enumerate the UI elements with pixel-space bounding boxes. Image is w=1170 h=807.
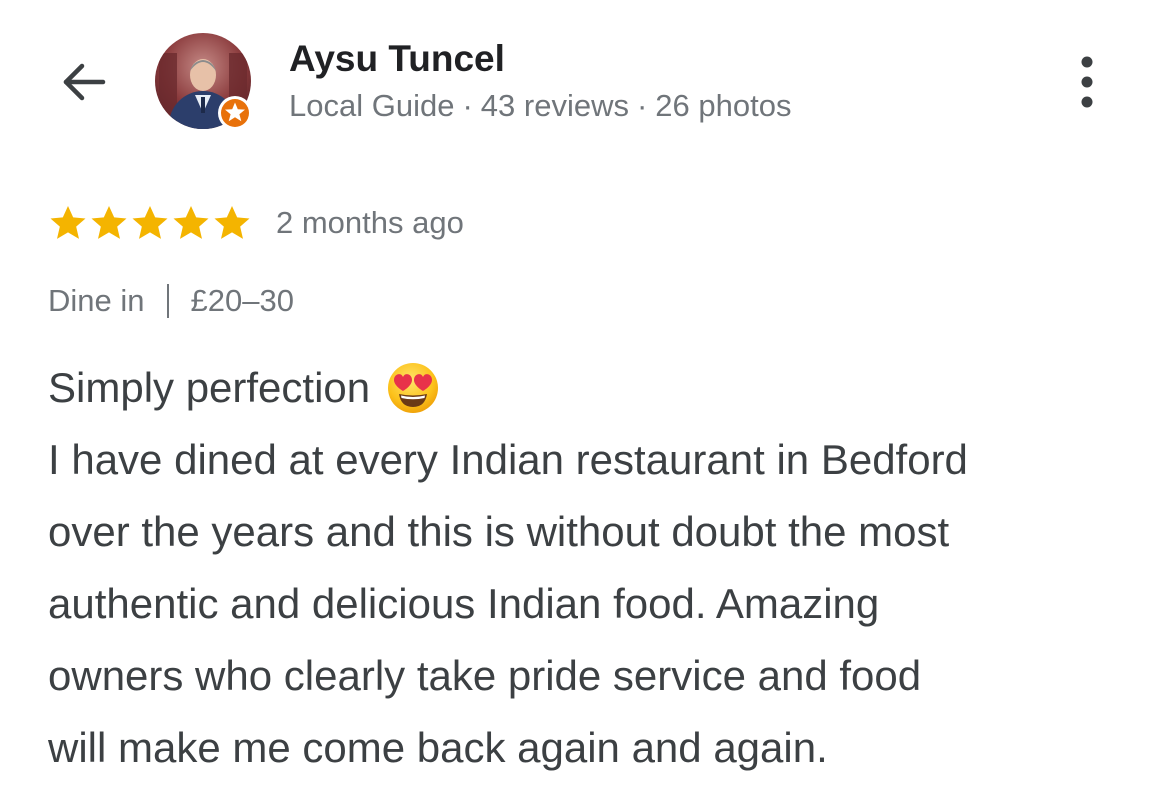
review-time: 2 months ago bbox=[276, 205, 464, 240]
more-options-button[interactable] bbox=[1062, 52, 1112, 112]
review-body-line: over the years and this is without doubt… bbox=[48, 508, 950, 555]
user-meta: Local Guide · 43 reviews · 26 photos bbox=[289, 88, 791, 124]
star-icon bbox=[91, 206, 127, 239]
review-body-line: authentic and delicious Indian food. Ama… bbox=[48, 580, 880, 627]
star-icon bbox=[132, 206, 168, 239]
review-body-line: will make me come back again and again. bbox=[48, 724, 828, 771]
back-button[interactable] bbox=[52, 52, 112, 112]
meta-separator: · bbox=[462, 88, 473, 123]
star-icon bbox=[173, 206, 209, 239]
user-avatar[interactable] bbox=[155, 33, 252, 130]
arrow-back-icon bbox=[63, 63, 106, 101]
review-body-line: owners who clearly take pride service an… bbox=[48, 652, 922, 699]
user-name[interactable]: Aysu Tuncel bbox=[289, 38, 505, 80]
service-type: Dine in bbox=[48, 283, 145, 318]
review-text: Simply perfection I have dined at every … bbox=[48, 352, 1138, 784]
review-body-line: I have dined at every Indian restaurant … bbox=[48, 436, 968, 483]
photo-count: 26 photos bbox=[655, 88, 792, 123]
star-icon bbox=[50, 206, 86, 239]
star-rating bbox=[48, 203, 252, 243]
price-range: £20–30 bbox=[190, 283, 294, 318]
review-title: Simply perfection bbox=[48, 364, 371, 411]
local-guide-star-badge-icon bbox=[218, 96, 252, 130]
meta-divider bbox=[166, 284, 169, 318]
meta-separator: · bbox=[636, 88, 648, 123]
review-count: 43 reviews bbox=[480, 88, 629, 123]
local-guide-label: Local Guide bbox=[289, 88, 455, 123]
heart-eyes-emoji-icon bbox=[388, 363, 439, 413]
review-meta-row: Dine in £20–30 bbox=[48, 283, 294, 319]
more-vertical-icon bbox=[1081, 56, 1093, 108]
star-icon bbox=[214, 206, 250, 239]
rating-row: 2 months ago bbox=[48, 200, 464, 246]
review-title-line: Simply perfection bbox=[48, 352, 1138, 424]
